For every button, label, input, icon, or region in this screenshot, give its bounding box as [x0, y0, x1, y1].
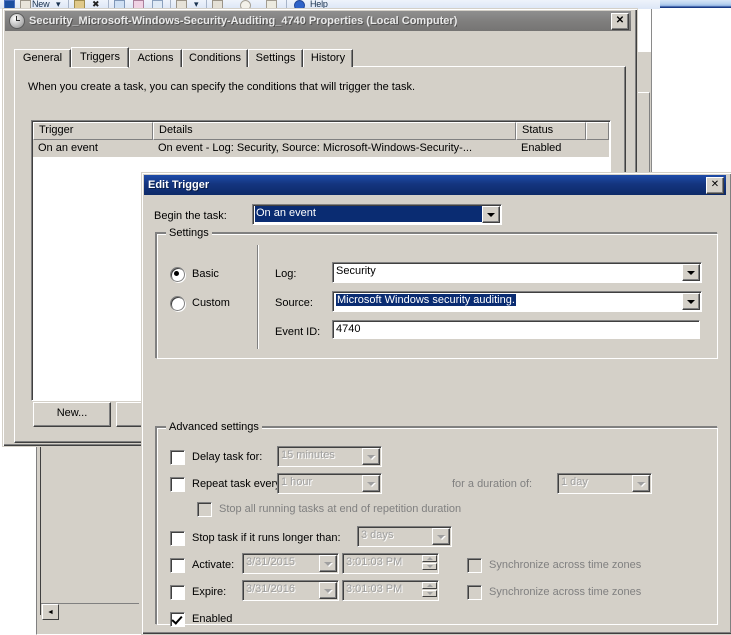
column-header-details[interactable]: Details	[153, 122, 516, 140]
properties-window-title: Security_Microsoft-Windows-Security-Audi…	[29, 15, 457, 27]
checkbox-delay-task[interactable]	[170, 450, 185, 465]
activate-sync-label: Synchronize across time zones	[489, 559, 641, 571]
delay-duration-value: 15 minutes	[280, 448, 362, 464]
properties-tab-strip[interactable]: General Triggers Actions Conditions Sett…	[14, 47, 624, 67]
trigger-list-header[interactable]: Trigger Details Status	[33, 122, 609, 140]
activate-date-picker[interactable]: 3/31/2015	[242, 553, 339, 574]
log-label: Log:	[275, 268, 296, 280]
activate-label: Activate:	[192, 559, 234, 571]
spin-up-icon[interactable]	[422, 582, 437, 589]
cell-trigger: On an event	[33, 140, 153, 157]
tab-general[interactable]: General	[14, 49, 71, 67]
spin-down-icon[interactable]	[422, 563, 437, 570]
chevron-down-icon[interactable]	[682, 293, 700, 310]
repeat-interval-combobox[interactable]: 1 hour	[277, 473, 382, 494]
duration-value: 1 day	[560, 475, 632, 491]
checkbox-stop-task[interactable]	[170, 531, 185, 546]
checkbox-enabled[interactable]	[170, 612, 185, 627]
delay-duration-combobox[interactable]: 15 minutes	[277, 446, 382, 467]
log-value: Security	[335, 264, 682, 280]
radio-basic-label[interactable]: Basic	[192, 268, 219, 280]
advanced-group-title: Advanced settings	[166, 421, 262, 433]
chevron-down-icon[interactable]	[682, 264, 700, 281]
stop-task-duration-value: 3 days	[360, 528, 432, 544]
edit-trigger-close-button[interactable]: ✕	[706, 177, 724, 194]
edit-trigger-dialog: Edit Trigger ✕ Begin the task: On an eve…	[141, 172, 731, 635]
chevron-down-icon[interactable]	[632, 475, 650, 492]
column-header-trigger[interactable]: Trigger	[33, 122, 153, 140]
event-id-input[interactable]: 4740	[332, 320, 700, 339]
settings-divider	[257, 245, 258, 349]
chevron-down-icon[interactable]	[362, 448, 380, 465]
spin-down-icon[interactable]	[422, 590, 437, 597]
expire-time-spinner[interactable]: 3:01:03 PM	[342, 580, 439, 601]
radio-custom[interactable]	[170, 296, 185, 311]
settings-group-title: Settings	[166, 227, 212, 239]
activate-date-value: 3/31/2015	[245, 555, 319, 571]
tab-actions[interactable]: Actions	[129, 49, 182, 67]
checkbox-expire[interactable]	[170, 585, 185, 600]
tab-history[interactable]: History	[303, 49, 353, 67]
table-row[interactable]: On an event On event - Log: Security, So…	[33, 140, 609, 157]
chevron-down-icon[interactable]	[482, 206, 500, 223]
spin-up-icon[interactable]	[422, 555, 437, 562]
expire-date-value: 3/31/2016	[245, 582, 319, 598]
chevron-down-icon[interactable]	[362, 475, 380, 492]
tab-triggers[interactable]: Triggers	[71, 47, 129, 68]
expire-sync-label: Synchronize across time zones	[489, 586, 641, 598]
begin-task-combobox[interactable]: On an event	[252, 204, 502, 225]
tab-settings[interactable]: Settings	[248, 49, 303, 67]
properties-title-bar[interactable]: Security_Microsoft-Windows-Security-Audi…	[5, 11, 631, 31]
activate-time-spinner[interactable]: 3:01:03 PM	[342, 553, 439, 574]
checkbox-activate-sync[interactable]	[467, 558, 482, 573]
source-value: Microsoft Windows security auditing.	[336, 294, 516, 306]
source-value-wrap: Microsoft Windows security auditing.	[335, 293, 682, 309]
chevron-down-icon[interactable]	[432, 528, 450, 545]
duration-label: for a duration of:	[452, 478, 532, 490]
cell-status: Enabled	[516, 140, 586, 157]
mmc-tree-inner	[40, 424, 140, 615]
cell-details: On event - Log: Security, Source: Micros…	[153, 140, 516, 157]
begin-task-label: Begin the task:	[154, 210, 227, 222]
checkbox-repeat-task[interactable]	[170, 477, 185, 492]
activate-time-value: 3:01:03 PM	[346, 555, 420, 571]
tab-conditions[interactable]: Conditions	[182, 49, 248, 67]
stop-task-duration-combobox[interactable]: 3 days	[357, 526, 452, 547]
expire-date-picker[interactable]: 3/31/2016	[242, 580, 339, 601]
checkbox-stop-repetition[interactable]	[197, 502, 212, 517]
column-header-status[interactable]: Status	[516, 122, 586, 140]
new-trigger-button[interactable]: New...	[33, 402, 111, 427]
log-combobox[interactable]: Security	[332, 262, 702, 283]
chevron-down-icon[interactable]	[319, 582, 337, 599]
edit-trigger-title: Edit Trigger	[148, 179, 209, 191]
delay-task-label: Delay task for:	[192, 451, 262, 463]
source-label: Source:	[275, 297, 313, 309]
checkbox-expire-sync[interactable]	[467, 585, 482, 600]
source-combobox[interactable]: Microsoft Windows security auditing.	[332, 291, 702, 312]
stop-task-label: Stop task if it runs longer than:	[192, 532, 341, 544]
triggers-description: When you create a task, you can specify …	[28, 81, 588, 93]
edit-trigger-title-bar[interactable]: Edit Trigger ✕	[144, 175, 726, 195]
enabled-label: Enabled	[192, 613, 232, 625]
radio-custom-label[interactable]: Custom	[192, 297, 230, 309]
expire-time-value: 3:01:03 PM	[346, 582, 420, 598]
properties-close-button[interactable]: ✕	[611, 13, 629, 30]
checkbox-activate[interactable]	[170, 558, 185, 573]
event-id-label: Event ID:	[275, 326, 320, 338]
column-header-filler	[586, 122, 609, 140]
clock-icon	[9, 13, 25, 29]
chevron-down-icon[interactable]	[319, 555, 337, 572]
expire-label: Expire:	[192, 586, 226, 598]
scroll-left-arrow-icon[interactable]: ◄	[42, 604, 59, 620]
repeat-task-label: Repeat task every:	[192, 478, 284, 490]
begin-task-value: On an event	[255, 206, 482, 222]
duration-combobox[interactable]: 1 day	[557, 473, 652, 494]
radio-basic[interactable]	[170, 267, 185, 282]
stop-repetition-label: Stop all running tasks at end of repetit…	[219, 503, 461, 515]
repeat-interval-value: 1 hour	[280, 475, 362, 491]
